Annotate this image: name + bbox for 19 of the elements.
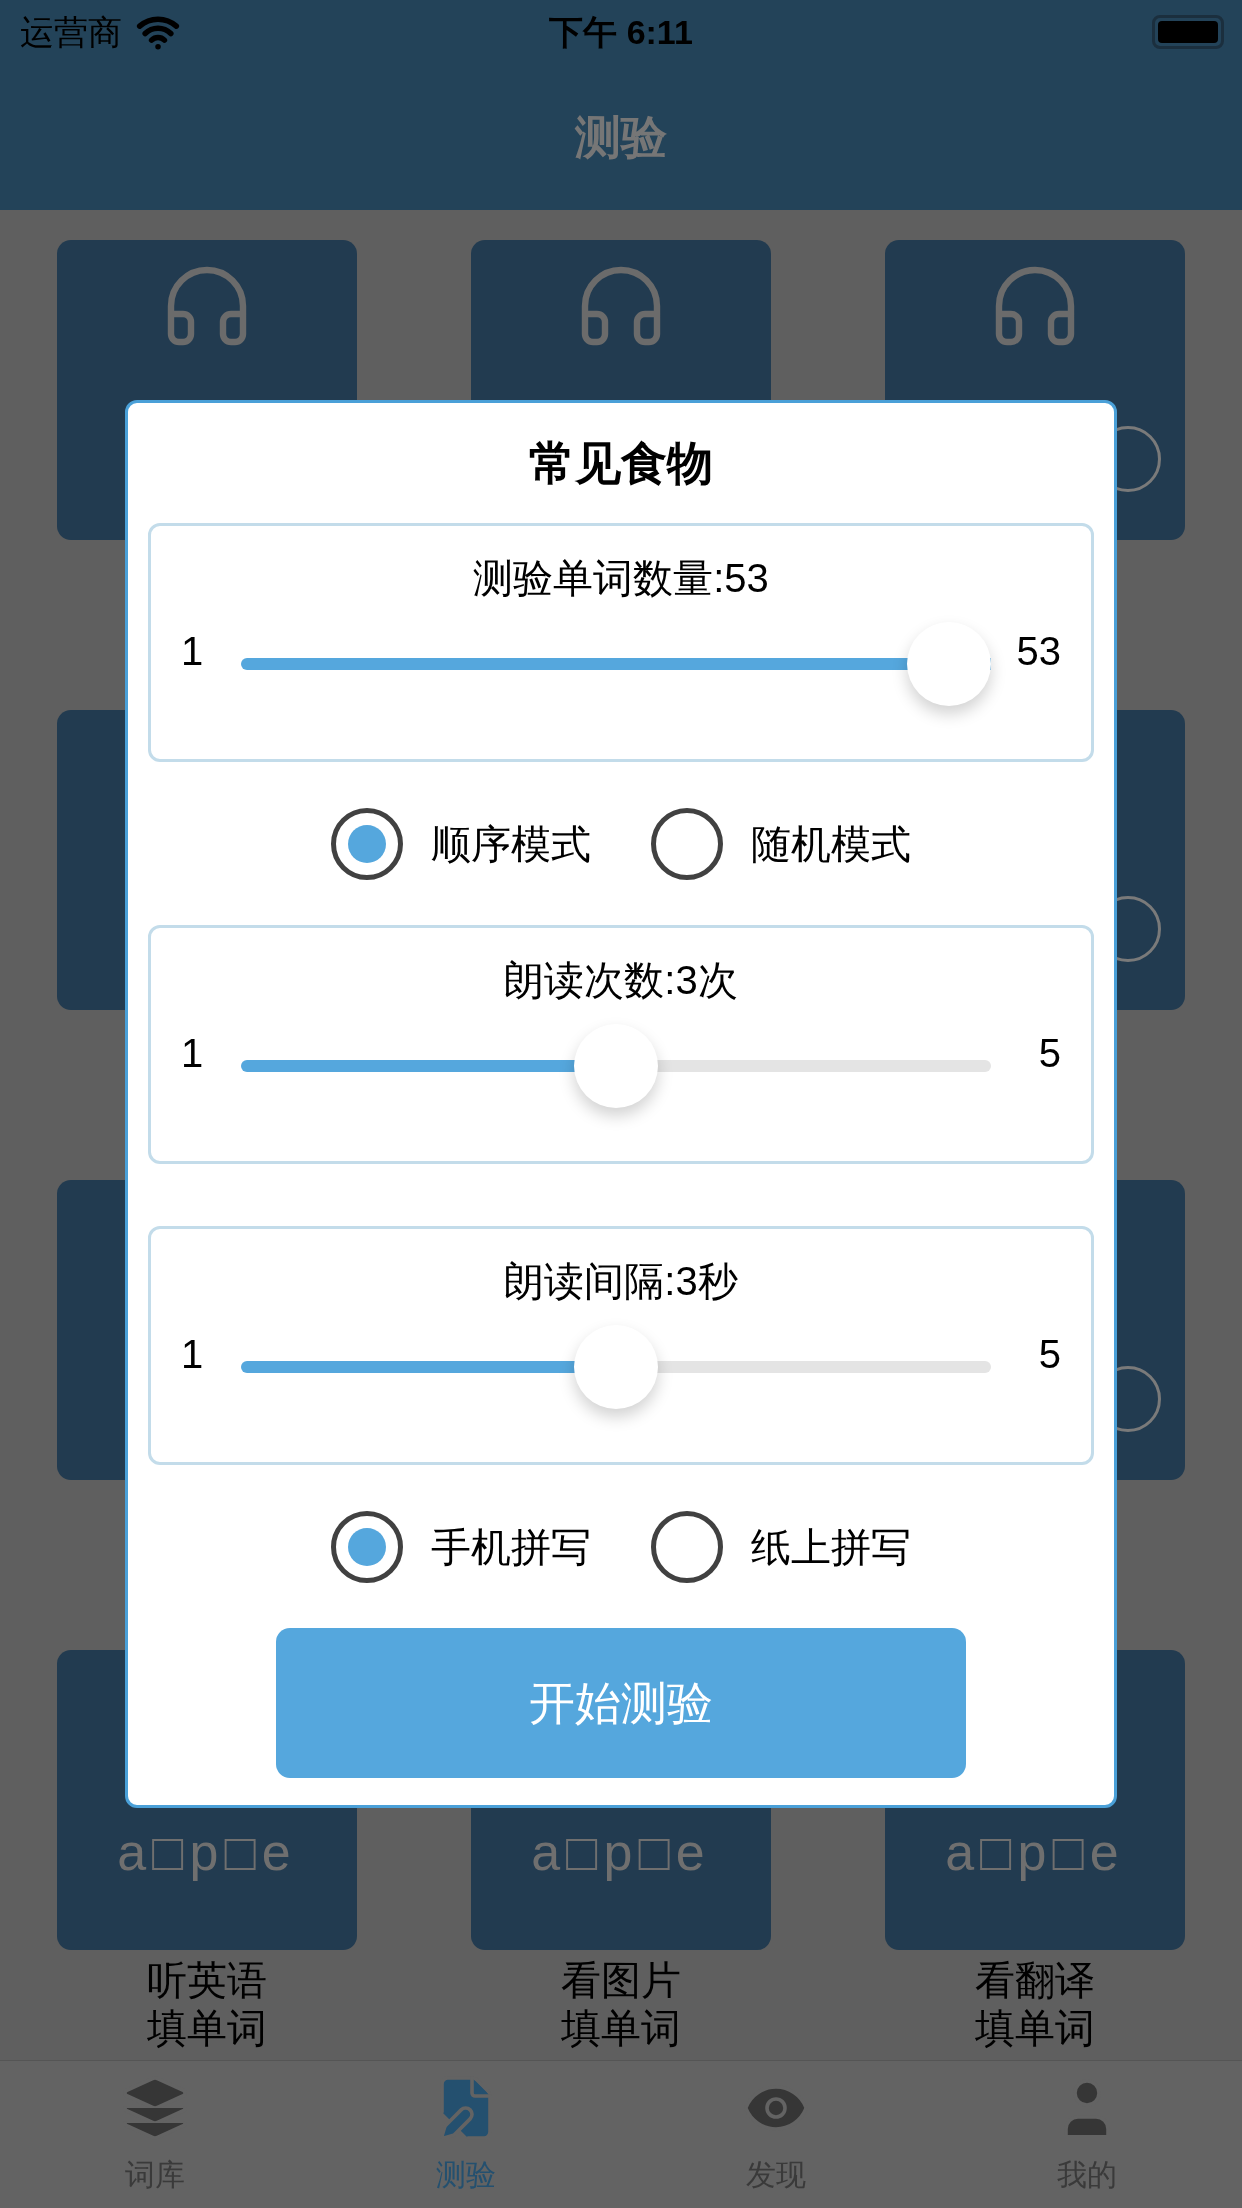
slider-min: 1: [181, 1331, 205, 1378]
slider-max: 5: [1037, 1030, 1061, 1077]
tile-label: 填单词: [975, 2005, 1095, 2052]
slider-max: 5: [1037, 1331, 1061, 1378]
dialog-title: 常见食物: [529, 436, 713, 491]
status-time: 下午 6:11: [549, 11, 693, 53]
header-title: 测验: [575, 109, 667, 165]
slider-label: 朗读间隔:3秒: [504, 1258, 738, 1305]
tile-label: 填单词: [561, 2005, 681, 2052]
tile-label: 填单词: [147, 2005, 267, 2052]
slider-label: 朗读次数:3次: [504, 957, 738, 1004]
tile-label: 看翻译: [975, 1957, 1095, 2004]
carrier-label: 运营商: [20, 11, 122, 53]
tile-label: 听英语: [147, 1957, 267, 2004]
slider-label: 测验单词数量:53: [473, 555, 769, 602]
tile-label: 看图片: [561, 1957, 681, 2004]
slider-min: 1: [181, 628, 205, 675]
slider-max: 53: [1015, 628, 1061, 675]
slider-min: 1: [181, 1030, 205, 1077]
